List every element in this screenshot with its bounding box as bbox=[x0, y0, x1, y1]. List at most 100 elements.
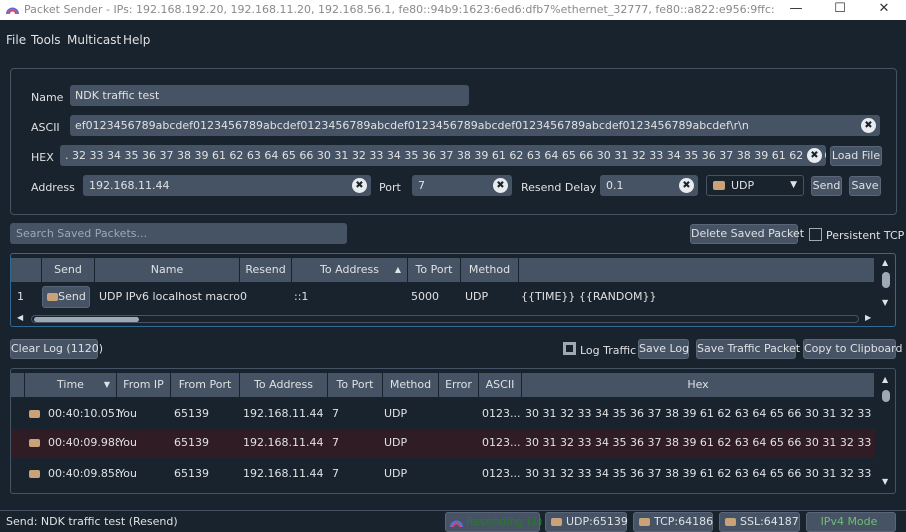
maximize-button[interactable]: ☐ bbox=[818, 0, 862, 20]
col-send[interactable]: Send bbox=[42, 258, 95, 282]
ascii-input[interactable]: ef0123456789abcdef0123456789abcdef012345… bbox=[70, 115, 880, 136]
scroll-up-icon[interactable]: ▲ bbox=[882, 375, 888, 384]
col-from-ip[interactable]: From IP bbox=[117, 373, 171, 397]
ipv4-mode-button[interactable]: IPv4 Mode bbox=[806, 512, 896, 532]
address-input[interactable]: 192.168.11.44 ✖ bbox=[83, 175, 371, 196]
tcp-port-label: TCP:64186 bbox=[654, 515, 714, 528]
scroll-down-icon[interactable]: ▼ bbox=[882, 298, 888, 307]
row-send-button[interactable]: Send bbox=[42, 286, 90, 308]
port-input[interactable]: 7 ✖ bbox=[412, 175, 512, 196]
send-button[interactable]: Send bbox=[811, 176, 842, 196]
row-index: 1 bbox=[17, 290, 24, 303]
col-hex[interactable]: Hex bbox=[522, 373, 875, 397]
row-from-ip: You bbox=[118, 467, 137, 480]
clear-ascii-icon[interactable]: ✖ bbox=[861, 118, 876, 133]
menu-file[interactable]: File bbox=[6, 33, 26, 47]
hex-value: . 32 33 34 35 36 37 38 39 61 62 63 64 65… bbox=[65, 149, 826, 162]
resending-button[interactable]: Resending (1) bbox=[445, 512, 543, 532]
col-name[interactable]: Name bbox=[95, 258, 240, 282]
col-to-port[interactable]: To Port bbox=[328, 373, 383, 397]
scroll-thumb[interactable] bbox=[882, 390, 890, 402]
row-from-port: 65139 bbox=[174, 407, 209, 420]
col-ascii[interactable]: ASCII bbox=[479, 373, 522, 397]
menu-multicast[interactable]: Multicast bbox=[67, 33, 121, 47]
packet-icon bbox=[47, 293, 58, 301]
saved-vertical-scrollbar[interactable]: ▲ ▼ bbox=[879, 258, 893, 310]
row-resend: 0 bbox=[240, 290, 247, 303]
row-to-address: 192.168.11.44 bbox=[243, 407, 324, 420]
save-traffic-packet-button[interactable]: Save Traffic Packet bbox=[696, 339, 800, 359]
ssl-port-button[interactable]: SSL:64187 bbox=[719, 512, 800, 532]
persistent-tcp-checkbox[interactable] bbox=[809, 228, 822, 241]
clear-resend-icon[interactable]: ✖ bbox=[679, 178, 694, 193]
col-time[interactable]: Time ▼ bbox=[25, 373, 117, 397]
save-log-button[interactable]: Save Log bbox=[638, 339, 689, 359]
protocol-value: UDP bbox=[731, 179, 755, 192]
col-method[interactable]: Method bbox=[461, 258, 519, 282]
scroll-right-icon[interactable]: ▶ bbox=[865, 313, 871, 322]
port-label: Port bbox=[379, 181, 401, 194]
row-time: 00:40:09.858 bbox=[48, 467, 119, 480]
address-value: 192.168.11.44 bbox=[89, 179, 170, 192]
traffic-log-table: Time ▼ From IP From Port To Address To P… bbox=[10, 368, 896, 494]
load-file-button[interactable]: Load File bbox=[830, 146, 882, 166]
col-data bbox=[519, 258, 875, 282]
search-saved-input[interactable]: Search Saved Packets... bbox=[10, 223, 347, 244]
scroll-up-icon[interactable]: ▲ bbox=[882, 258, 888, 267]
close-button[interactable]: ✕ bbox=[862, 0, 906, 20]
clear-log-button[interactable]: Clear Log (1120) bbox=[10, 339, 103, 359]
resending-label: Resending (1) bbox=[466, 515, 543, 528]
log-traffic-checkbox[interactable] bbox=[563, 342, 576, 355]
table-row[interactable]: 1 Send UDP IPv6 localhost macro 0 ::1 50… bbox=[11, 283, 875, 311]
row-from-ip: You bbox=[118, 436, 137, 449]
row-hex: 30 31 32 33 34 35 36 37 38 39 61 62 63 6… bbox=[525, 436, 873, 449]
row-header-corner bbox=[11, 373, 25, 397]
ascii-value: ef0123456789abcdef0123456789abcdef012345… bbox=[75, 119, 749, 132]
table-row[interactable]: 00:40:09.988 You 65139 192.168.11.44 7 U… bbox=[11, 429, 875, 458]
window-title: Packet Sender - IPs: 192.168.192.20, 192… bbox=[24, 3, 774, 16]
row-method: UDP bbox=[384, 436, 408, 449]
col-to-address[interactable]: To Address ▲ bbox=[292, 258, 408, 282]
packet-icon bbox=[639, 518, 650, 526]
resend-delay-input[interactable]: 0.1 ✖ bbox=[600, 175, 698, 196]
row-ascii: 0123... bbox=[482, 467, 521, 480]
menu-tools[interactable]: Tools bbox=[31, 33, 61, 47]
clear-hex-icon[interactable]: ✖ bbox=[807, 148, 822, 163]
row-method: UDP bbox=[384, 407, 408, 420]
row-hex: 30 31 32 33 34 35 36 37 38 39 61 62 63 6… bbox=[525, 467, 873, 480]
col-error[interactable]: Error bbox=[439, 373, 479, 397]
save-button[interactable]: Save bbox=[849, 176, 881, 196]
name-input[interactable]: NDK traffic test bbox=[70, 85, 469, 106]
packet-icon bbox=[29, 470, 40, 478]
h-scroll-thumb[interactable] bbox=[34, 317, 139, 322]
status-message: Send: NDK traffic test (Resend) bbox=[6, 515, 178, 528]
minimize-button[interactable]: — bbox=[774, 0, 818, 20]
menu-bar: File Tools Multicast Help bbox=[0, 30, 906, 50]
persistent-tcp-label: Persistent TCP bbox=[826, 229, 905, 242]
table-row[interactable]: 00:40:09.858 You 65139 192.168.11.44 7 U… bbox=[11, 460, 875, 488]
scroll-left-icon[interactable]: ◀ bbox=[17, 313, 23, 322]
table-row[interactable]: 00:40:10.051 You 65139 192.168.11.44 7 U… bbox=[11, 400, 875, 428]
copy-to-clipboard-button[interactable]: Copy to Clipboard bbox=[803, 339, 902, 359]
col-time-label: Time bbox=[57, 378, 84, 391]
udp-port-button[interactable]: UDP:65139 bbox=[545, 512, 628, 532]
log-vertical-scrollbar[interactable]: ▲ ▼ bbox=[879, 373, 893, 489]
col-method[interactable]: Method bbox=[383, 373, 439, 397]
tcp-port-button[interactable]: TCP:64186 bbox=[633, 512, 713, 532]
hex-input[interactable]: . 32 33 34 35 36 37 38 39 61 62 63 64 65… bbox=[60, 145, 826, 166]
scroll-thumb[interactable] bbox=[882, 272, 890, 288]
saved-horizontal-scrollbar[interactable]: ◀ ▶ bbox=[15, 313, 875, 325]
clear-port-icon[interactable]: ✖ bbox=[493, 178, 508, 193]
row-from-port: 65139 bbox=[174, 467, 209, 480]
col-to-port[interactable]: To Port bbox=[408, 258, 461, 282]
delete-saved-packet-button[interactable]: Delete Saved Packet bbox=[690, 224, 804, 244]
menu-help[interactable]: Help bbox=[123, 33, 150, 47]
row-to-port: 5000 bbox=[411, 290, 439, 303]
protocol-select[interactable]: UDP ▼ bbox=[706, 175, 804, 196]
col-to-address[interactable]: To Address bbox=[240, 373, 328, 397]
col-from-port[interactable]: From Port bbox=[171, 373, 240, 397]
col-resend[interactable]: Resend bbox=[240, 258, 292, 282]
clear-address-icon[interactable]: ✖ bbox=[352, 178, 367, 193]
port-value: 7 bbox=[418, 179, 425, 192]
scroll-down-icon[interactable]: ▼ bbox=[882, 477, 888, 486]
